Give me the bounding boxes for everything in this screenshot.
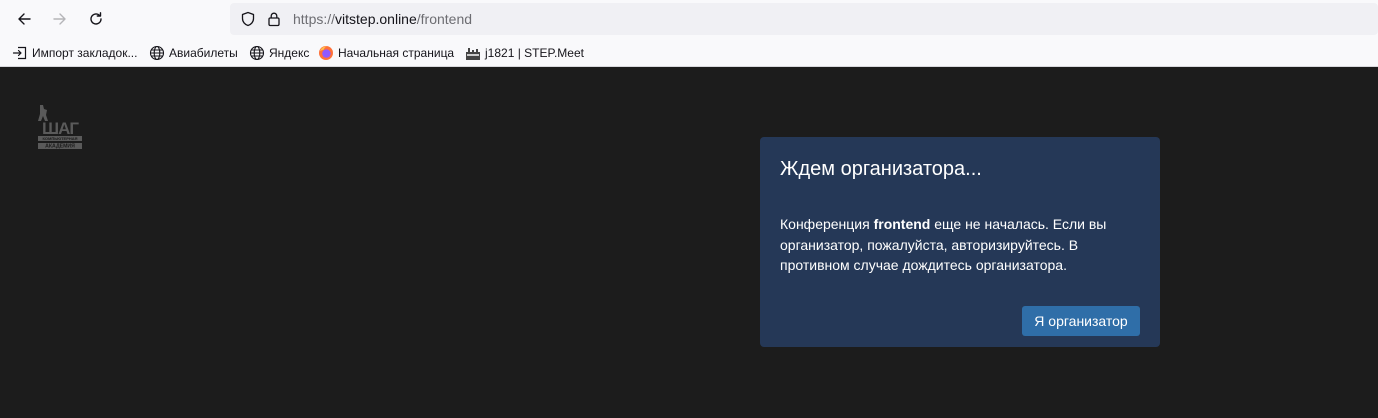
reload-button[interactable] <box>82 5 110 33</box>
bookmark-label: j1821 | STEP.Meet <box>485 46 584 60</box>
back-button[interactable] <box>10 5 38 33</box>
conference-name: frontend <box>873 216 931 232</box>
bookmark-start-page[interactable]: Начальная страница <box>318 44 454 62</box>
forward-button[interactable] <box>46 5 74 33</box>
lock-icon[interactable] <box>266 11 282 27</box>
globe-icon <box>249 45 265 61</box>
bookmark-label: Импорт закладок... <box>32 46 138 60</box>
url-bar[interactable]: https://vitstep.online/frontend <box>230 3 1378 35</box>
step-academy-logo[interactable]: ШАГ КОМПЬЮТЕРНАЯ АКАДЕМИЯ <box>36 103 84 151</box>
browser-toolbar: https://vitstep.online/frontend <box>0 0 1378 38</box>
dialog-message: Конференция frontend еще не началась. Ес… <box>780 214 1140 276</box>
shield-icon[interactable] <box>240 11 256 27</box>
arrow-right-icon <box>53 13 66 25</box>
waiting-for-moderator-dialog: Ждем организатора... Конференция fronten… <box>760 137 1160 347</box>
bookmark-label: Начальная страница <box>338 46 455 60</box>
dialog-title: Ждем организатора... <box>780 158 982 180</box>
arrow-left-icon <box>18 13 31 25</box>
bookmark-aviabilety[interactable]: Авиабилеты <box>149 44 238 62</box>
reload-icon <box>90 12 102 25</box>
message-text-start: Конференция <box>780 216 874 232</box>
svg-text:АКАДЕМИЯ: АКАДЕМИЯ <box>45 144 75 150</box>
bookmarks-bar: Импорт закладок... Авиабилеты Яндекс Нач… <box>0 38 1378 67</box>
import-icon <box>12 45 28 61</box>
bookmark-import[interactable]: Импорт закладок... <box>12 44 137 62</box>
bookmark-yandex[interactable]: Яндекс <box>249 44 309 62</box>
page-content: ШАГ КОМПЬЮТЕРНАЯ АКАДЕМИЯ Ждем организат… <box>0 67 1378 418</box>
bookmark-label: Яндекс <box>269 46 310 60</box>
firefox-icon <box>318 45 334 61</box>
bookmark-step-meet[interactable]: j1821 | STEP.Meet <box>465 44 584 62</box>
step-logo-icon <box>465 45 481 61</box>
bookmark-label: Авиабилеты <box>169 46 238 60</box>
globe-icon <box>149 45 165 61</box>
url-scheme: https:// <box>293 11 336 27</box>
url-path: /frontend <box>416 11 473 27</box>
svg-text:КОМПЬЮТЕРНАЯ: КОМПЬЮТЕРНАЯ <box>42 136 77 141</box>
i-am-organizer-button[interactable]: Я организатор <box>1022 306 1140 336</box>
url-text[interactable]: https://vitstep.online/frontend <box>293 11 472 27</box>
url-host: vitstep.online <box>335 11 417 27</box>
